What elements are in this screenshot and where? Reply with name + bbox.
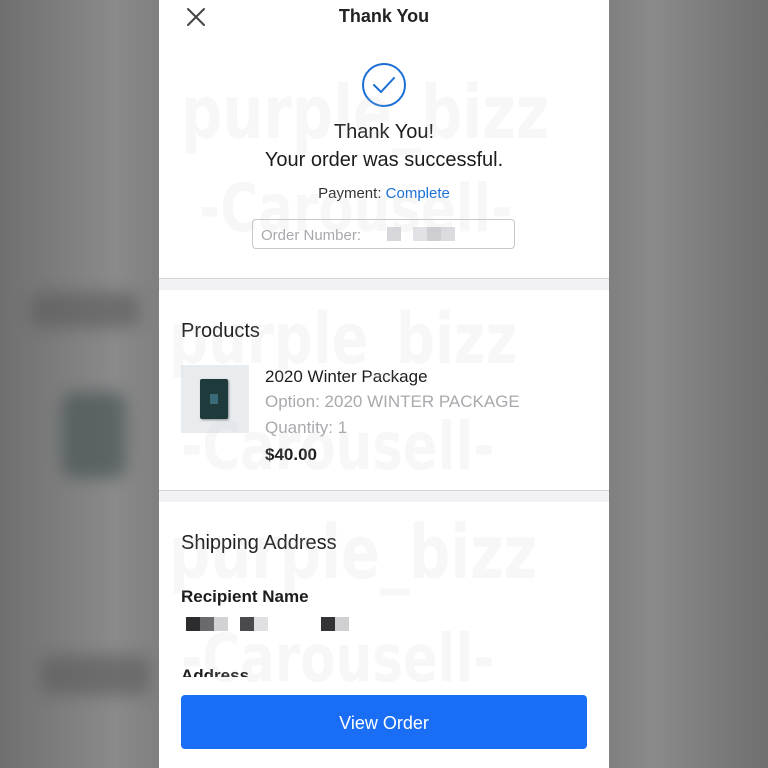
check-circle-icon xyxy=(362,63,406,107)
redacted-pixel xyxy=(254,617,268,631)
product-option: Option: 2020 WINTER PACKAGE xyxy=(265,392,520,411)
confirmation-section: Thank You Thank You! Your order was succ… xyxy=(159,0,609,278)
order-confirmation-screen: Thank You Thank You! Your order was succ… xyxy=(159,0,609,768)
redacted-pixel xyxy=(413,227,427,241)
order-number-label: Order Number: xyxy=(261,227,362,244)
recipient-name-label: Recipient Name xyxy=(181,587,309,606)
album-box-icon xyxy=(200,379,228,419)
redacted-pixel xyxy=(441,227,455,241)
redacted-pixel xyxy=(240,617,254,631)
address-label: Address xyxy=(181,666,250,677)
section-divider xyxy=(159,278,609,279)
product-name: 2020 Winter Package xyxy=(265,367,428,386)
product-thumbnail[interactable] xyxy=(181,365,249,433)
product-price: $40.00 xyxy=(265,445,317,464)
success-message: Your order was successful. xyxy=(264,149,504,171)
page-title: Thank You xyxy=(338,6,430,26)
view-order-button[interactable]: View Order xyxy=(181,695,587,749)
redacted-pixel xyxy=(387,227,401,241)
background-blur xyxy=(62,392,126,478)
products-section: Products 2020 Winter Package Option: 202… xyxy=(159,290,609,490)
redacted-pixel xyxy=(186,617,200,631)
redacted-pixel xyxy=(427,227,441,241)
redacted-pixel xyxy=(335,617,349,631)
watermark-text: -Carousell- xyxy=(181,620,495,697)
payment-status: Payment: Complete xyxy=(159,185,609,202)
products-heading: Products xyxy=(181,320,260,342)
thank-you-heading: Thank You! xyxy=(333,121,435,143)
redacted-pixel xyxy=(214,617,228,631)
payment-value: Complete xyxy=(385,185,450,202)
order-number-field: Order Number: xyxy=(252,219,515,249)
background-blur xyxy=(30,292,140,328)
product-quantity: Quantity: 1 xyxy=(265,418,348,437)
redacted-pixel xyxy=(200,617,214,631)
shipping-heading: Shipping Address xyxy=(181,532,337,554)
section-divider xyxy=(159,490,609,491)
payment-label: Payment: xyxy=(318,185,386,202)
redacted-pixel xyxy=(321,617,335,631)
background-blur xyxy=(40,655,150,695)
